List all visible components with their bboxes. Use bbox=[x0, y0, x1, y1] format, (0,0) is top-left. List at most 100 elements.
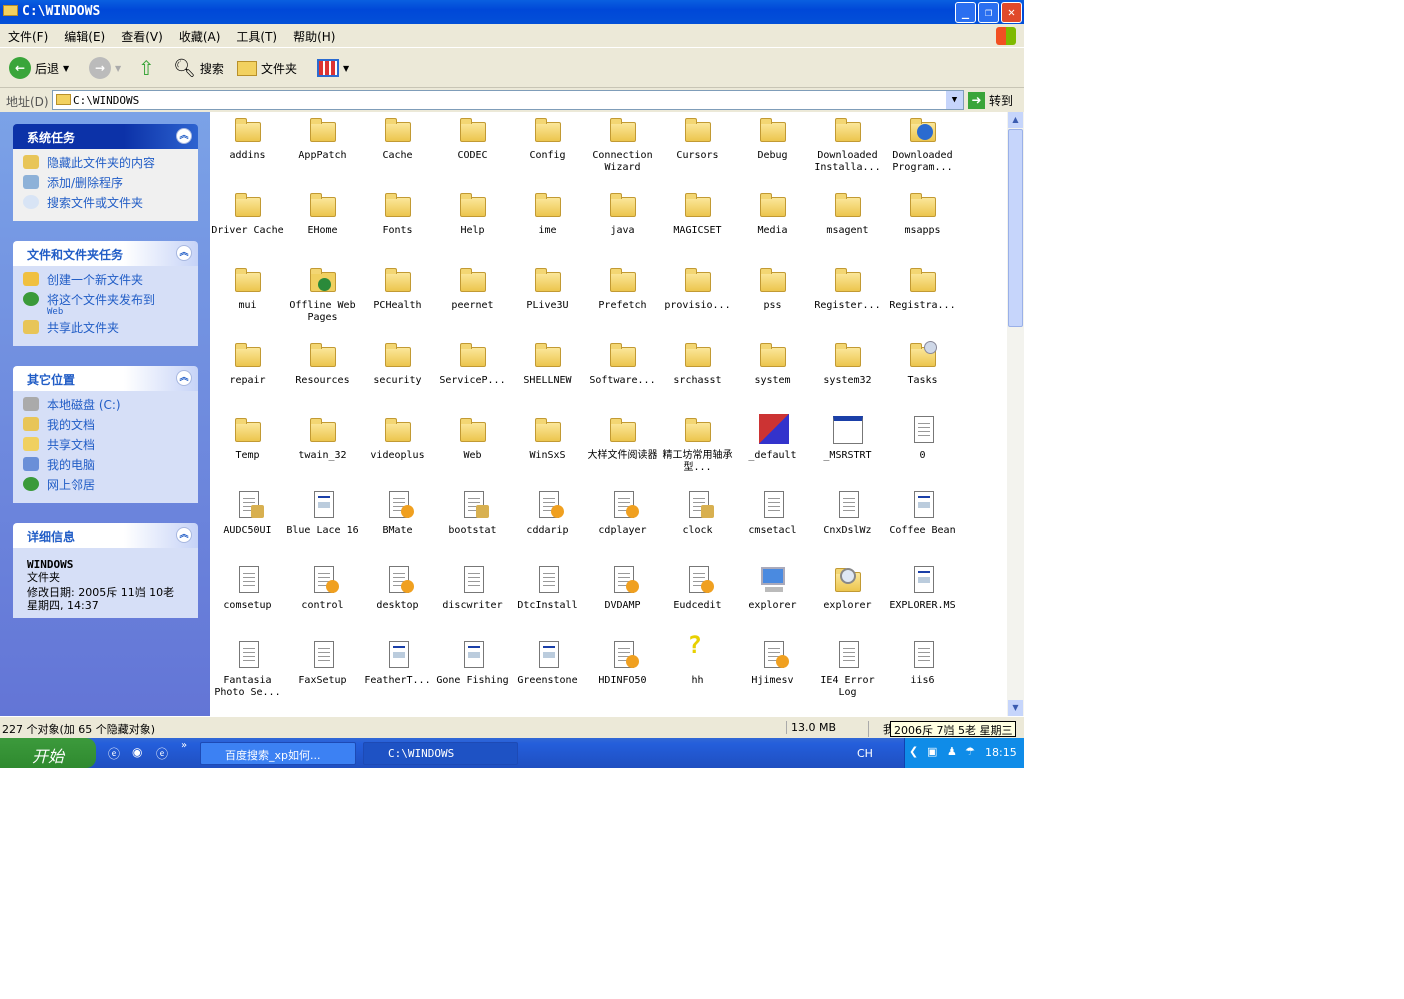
search-files-link[interactable]: 搜索文件或文件夹 bbox=[23, 195, 198, 215]
file-item[interactable]: Config bbox=[510, 114, 585, 162]
file-item[interactable]: Downloaded Program... bbox=[885, 114, 960, 174]
file-item[interactable]: java bbox=[585, 189, 660, 237]
tray-umbrella-icon[interactable]: ☂ bbox=[965, 745, 975, 758]
tray-user-icon[interactable]: ♟ bbox=[947, 745, 957, 758]
quicklaunch-more-icon[interactable]: » bbox=[181, 740, 187, 751]
file-item[interactable]: Cursors bbox=[660, 114, 735, 162]
my-documents-link[interactable]: 我的文档 bbox=[23, 417, 198, 437]
new-folder-link[interactable]: 创建一个新文件夹 bbox=[23, 272, 198, 292]
file-item[interactable]: explorer bbox=[735, 564, 810, 612]
go-button[interactable]: ➜ 转到 bbox=[968, 92, 1013, 109]
panel-header[interactable]: 其它位置 ︽ bbox=[13, 366, 198, 391]
file-item[interactable]: Registra... bbox=[885, 264, 960, 312]
file-item[interactable]: CODEC bbox=[435, 114, 510, 162]
file-item[interactable]: Blue Lace 16 bbox=[285, 489, 360, 537]
file-item[interactable]: Web bbox=[435, 414, 510, 462]
menu-file[interactable]: 文件(F) bbox=[0, 24, 56, 45]
file-item[interactable]: Greenstone bbox=[510, 639, 585, 687]
file-item[interactable]: srchasst bbox=[660, 339, 735, 387]
taskbar-button-explorer[interactable]: C:\WINDOWS bbox=[363, 742, 518, 765]
file-item[interactable]: pss bbox=[735, 264, 810, 312]
file-item[interactable]: IE4 Error Log bbox=[810, 639, 885, 699]
file-item[interactable]: CnxDslWz bbox=[810, 489, 885, 537]
share-folder-link[interactable]: 共享此文件夹 bbox=[23, 320, 198, 340]
file-item[interactable]: DVDAMP bbox=[585, 564, 660, 612]
scroll-up-button[interactable]: ▲ bbox=[1008, 112, 1023, 128]
vertical-scrollbar[interactable]: ▲ ▼ bbox=[1007, 112, 1024, 716]
clock[interactable]: 18:15 bbox=[985, 746, 1017, 759]
collapse-icon[interactable]: ︽ bbox=[176, 128, 192, 144]
views-button[interactable]: ▼ bbox=[317, 56, 349, 80]
file-item[interactable]: BMate bbox=[360, 489, 435, 537]
file-item[interactable]: PLive3U bbox=[510, 264, 585, 312]
file-item[interactable]: Register... bbox=[810, 264, 885, 312]
file-item[interactable]: 大样文件阅读器 bbox=[585, 414, 660, 462]
file-item[interactable]: iis6 bbox=[885, 639, 960, 687]
tray-network-icon[interactable]: ▣ bbox=[927, 745, 937, 758]
menu-edit[interactable]: 编辑(E) bbox=[56, 24, 113, 45]
file-item[interactable]: cdplayer bbox=[585, 489, 660, 537]
file-item[interactable]: ServiceP... bbox=[435, 339, 510, 387]
file-item[interactable]: FaxSetup bbox=[285, 639, 360, 687]
file-item[interactable]: ? hh bbox=[660, 633, 735, 687]
up-folder-button[interactable]: ⇧ bbox=[138, 56, 155, 80]
file-item[interactable]: desktop bbox=[360, 564, 435, 612]
file-item[interactable]: Hjimesv bbox=[735, 639, 810, 687]
scroll-thumb[interactable] bbox=[1008, 129, 1023, 327]
file-item[interactable]: Offline Web Pages bbox=[285, 264, 360, 324]
file-item[interactable]: discwriter bbox=[435, 564, 510, 612]
file-item[interactable]: system32 bbox=[810, 339, 885, 387]
file-item[interactable]: WinSxS bbox=[510, 414, 585, 462]
file-item[interactable]: DtcInstall bbox=[510, 564, 585, 612]
minimize-button[interactable]: _ bbox=[955, 2, 976, 23]
file-item[interactable]: comsetup bbox=[210, 564, 285, 612]
file-item[interactable]: addins bbox=[210, 114, 285, 162]
file-item[interactable]: 精工坊常用轴承型... bbox=[660, 414, 735, 474]
collapse-icon[interactable]: ︽ bbox=[176, 245, 192, 261]
file-item[interactable]: 0 bbox=[885, 414, 960, 462]
folders-button[interactable]: 文件夹 bbox=[237, 56, 297, 80]
network-places-link[interactable]: 网上邻居 bbox=[23, 477, 198, 497]
file-item[interactable]: Resources bbox=[285, 339, 360, 387]
file-item[interactable]: SHELLNEW bbox=[510, 339, 585, 387]
file-item[interactable]: Fonts bbox=[360, 189, 435, 237]
file-item[interactable]: cddarip bbox=[510, 489, 585, 537]
address-dropdown[interactable]: ▼ bbox=[946, 91, 963, 109]
search-button[interactable]: 🔍︎ 搜索 bbox=[173, 56, 224, 80]
collapse-icon[interactable]: ︽ bbox=[176, 370, 192, 386]
file-item[interactable]: Help bbox=[435, 189, 510, 237]
address-input[interactable]: C:\WINDOWS ▼ bbox=[52, 90, 964, 110]
panel-header[interactable]: 文件和文件夹任务 ︽ bbox=[13, 241, 198, 266]
local-disk-link[interactable]: 本地磁盘 (C:) bbox=[23, 397, 198, 417]
restore-button[interactable]: ❐ bbox=[978, 2, 999, 23]
file-item[interactable]: _MSRSTRT bbox=[810, 414, 885, 462]
scroll-down-button[interactable]: ▼ bbox=[1008, 700, 1023, 716]
file-item[interactable]: Prefetch bbox=[585, 264, 660, 312]
file-item[interactable]: HDINFO50 bbox=[585, 639, 660, 687]
file-item[interactable]: Fantasia Photo Se... bbox=[210, 639, 285, 699]
panel-header[interactable]: 系统任务 ︽ bbox=[13, 124, 198, 149]
publish-web-link[interactable]: 将这个文件夹发布到 Web bbox=[23, 292, 198, 320]
file-item[interactable]: Connection Wizard bbox=[585, 114, 660, 174]
quicklaunch-ie-icon[interactable]: ⓔ bbox=[108, 745, 120, 762]
file-item[interactable]: msagent bbox=[810, 189, 885, 237]
file-item[interactable]: AUDC50UI bbox=[210, 489, 285, 537]
file-item[interactable]: PCHealth bbox=[360, 264, 435, 312]
add-remove-programs-link[interactable]: 添加/删除程序 bbox=[23, 175, 198, 195]
file-item[interactable]: Driver Cache bbox=[210, 189, 285, 237]
file-item[interactable]: videoplus bbox=[360, 414, 435, 462]
file-item[interactable]: explorer bbox=[810, 564, 885, 612]
file-item[interactable]: EXPLORER.MS bbox=[885, 564, 960, 612]
file-item[interactable]: ime bbox=[510, 189, 585, 237]
file-item[interactable]: control bbox=[285, 564, 360, 612]
file-item[interactable]: clock bbox=[660, 489, 735, 537]
file-item[interactable]: security bbox=[360, 339, 435, 387]
back-button[interactable]: ← 后退 ▼ bbox=[9, 56, 69, 80]
file-item[interactable]: Temp bbox=[210, 414, 285, 462]
file-item[interactable]: Cache bbox=[360, 114, 435, 162]
menu-tools[interactable]: 工具(T) bbox=[228, 24, 285, 45]
file-item[interactable]: Tasks bbox=[885, 339, 960, 387]
panel-header[interactable]: 详细信息 ︽ bbox=[13, 523, 198, 548]
menu-view[interactable]: 查看(V) bbox=[113, 24, 171, 45]
file-item[interactable]: Downloaded Installa... bbox=[810, 114, 885, 174]
